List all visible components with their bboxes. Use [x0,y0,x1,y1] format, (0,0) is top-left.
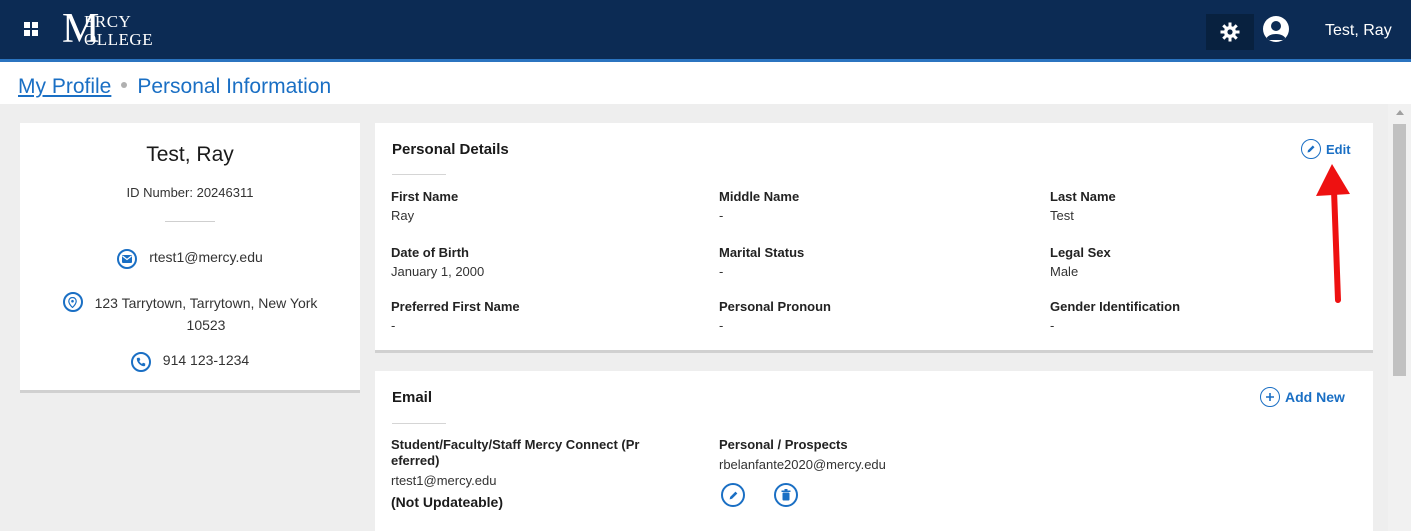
field-preferred-first-name: Preferred First Name - [391,299,520,333]
profile-id-number: ID Number: 20246311 [126,185,254,200]
email-type-label-continued: eferred) [391,453,440,468]
edit-email-button[interactable] [721,483,745,507]
field-value: Male [1050,264,1079,279]
user-avatar-icon[interactable] [1263,16,1289,42]
field-last-name: Last Name Test [1050,189,1116,223]
breadcrumb-separator [121,82,128,89]
field-label: Marital Status [719,245,805,260]
field-label: Preferred First Name [391,299,520,314]
field-middle-name: Middle Name - [719,189,799,223]
field-label: Personal Pronoun [719,299,831,314]
field-label: Last Name [1050,189,1116,204]
vertical-scrollbar[interactable] [1388,104,1411,531]
add-new-email-button[interactable]: Add New [1260,387,1345,407]
profile-phone: 914 123-1234 [162,352,250,368]
not-updateable-note: (Not Updateable) [391,494,503,510]
scroll-up-arrow-icon[interactable] [1396,110,1404,115]
profile-name: Test, Ray [146,143,234,166]
edit-personal-details-button[interactable]: Edit [1301,139,1351,159]
profile-address-line2: 10523 [186,317,226,333]
personal-details-card: Personal Details Edit First Name Ray Mid… [375,123,1373,353]
annotation-arrow-icon [1316,164,1350,303]
email-address: rbelanfante2020@mercy.edu [719,457,886,472]
email-type-label: Personal / Prospects [719,437,848,452]
field-value: - [719,318,724,333]
email-address: rtest1@mercy.edu [391,473,497,488]
profile-phone-row: 914 123-1234 [20,352,360,372]
email-type-label: Student/Faculty/Staff Mercy Connect (Pr [391,437,640,452]
field-marital-status: Marital Status - [719,245,804,279]
profile-summary-card: Test, Ray ID Number: 20246311 rtest1@mer… [20,123,360,393]
trash-icon [781,489,791,501]
profile-address-row: 123 Tarrytown, Tarrytown, New York 10523 [20,292,360,336]
location-pin-icon [62,292,83,312]
field-label: Legal Sex [1050,245,1111,260]
field-gender-identification: Gender Identification - [1050,299,1180,333]
pencil-icon [1301,139,1321,159]
field-legal-sex: Legal Sex Male [1050,245,1111,279]
add-new-label: Add New [1285,389,1345,405]
field-value: - [719,208,724,223]
settings-button[interactable] [1206,14,1254,50]
phone-icon [130,352,151,372]
breadcrumb-my-profile-link[interactable]: My Profile [18,75,111,98]
profile-address: 123 Tarrytown, Tarrytown, New York 10523 [95,292,318,336]
pencil-icon [729,491,737,499]
field-value: - [391,318,396,333]
title-underline [392,423,446,424]
field-label: Date of Birth [391,245,469,260]
profile-divider [165,221,215,222]
field-value: - [1050,318,1055,333]
field-label: Gender Identification [1050,299,1181,314]
title-underline [392,174,446,175]
field-label: Middle Name [719,189,800,204]
personal-details-title: Personal Details [392,141,509,158]
breadcrumb-current: Personal Information [137,75,332,98]
apps-grid-icon[interactable] [24,22,38,36]
user-name-menu[interactable]: Test, Ray [1325,22,1392,40]
field-label: First Name [391,189,459,204]
field-value: Test [1050,208,1074,223]
field-value: January 1, 2000 [391,264,485,279]
field-value: Ray [391,208,415,223]
envelope-icon [117,249,138,269]
profile-email-row: rtest1@mercy.edu [20,249,360,269]
gear-icon [1220,22,1240,42]
field-personal-pronoun: Personal Pronoun - [719,299,831,333]
email-entry-preferred: Student/Faculty/Staff Mercy Connect (Pr … [391,437,639,510]
email-entry-personal: Personal / Prospects rbelanfante2020@mer… [719,437,886,472]
top-navigation-bar: M ERCY OLLEGE Test, Ray [0,0,1411,62]
email-section-title: Email [392,389,433,406]
profile-email: rtest1@mercy.edu [149,249,263,265]
plus-circle-icon [1260,387,1280,407]
field-value: - [719,264,724,279]
edit-label: Edit [1326,141,1351,157]
breadcrumb: My Profile Personal Information [18,75,331,99]
scrollbar-thumb[interactable] [1393,124,1406,376]
email-card: Email Add New Student/Faculty/Staff Merc… [375,371,1373,531]
field-first-name: First Name Ray [391,189,458,223]
profile-address-line1: 123 Tarrytown, Tarrytown, New York [94,295,318,311]
field-date-of-birth: Date of Birth January 1, 2000 [391,245,484,279]
delete-email-button[interactable] [774,483,798,507]
